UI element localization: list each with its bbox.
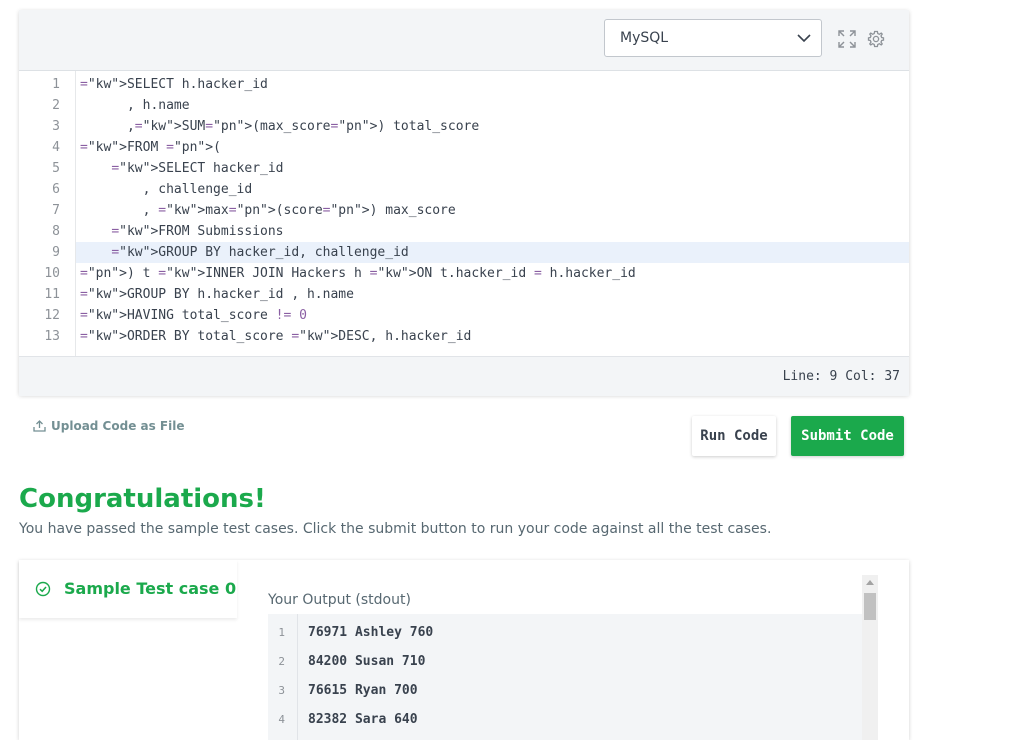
code-line: , challenge_id	[80, 182, 253, 197]
line-number: 9	[52, 245, 60, 260]
chevron-down-icon	[797, 34, 811, 43]
output-line-number: 1	[278, 626, 285, 639]
line-number: 5	[52, 161, 60, 176]
code-line: ="kw">FROM Submissions	[111, 224, 284, 239]
output-line: 76615 Ryan 700	[308, 683, 418, 698]
output-label: Your Output (stdout)	[268, 592, 411, 608]
code-line: ="kw">FROM ="pn">(	[80, 140, 221, 155]
output-line-number: 3	[278, 684, 285, 697]
result-message: You have passed the sample test cases. C…	[19, 521, 772, 537]
line-number: 11	[44, 287, 60, 302]
language-select[interactable]: MySQL	[604, 19, 822, 57]
upload-code-label: Upload Code as File	[51, 419, 185, 433]
code-editor: MySQL 1 2 3 4 5 6 7 8 9 10 11 12 13 ="kw…	[19, 10, 909, 396]
editor-status-bar: Line: 9 Col: 37	[19, 356, 909, 396]
code-line: , ="kw">max="pn">(score="pn">) max_score	[80, 203, 456, 218]
language-select-value: MySQL	[620, 30, 669, 46]
line-number: 7	[52, 203, 60, 218]
code-line: ="kw">SELECT hacker_id	[111, 161, 284, 176]
gear-icon[interactable]	[867, 30, 885, 48]
line-number: 2	[52, 98, 60, 113]
tab-sample-test-case-0[interactable]: Sample Test case 0	[19, 560, 237, 618]
line-number: 12	[44, 308, 60, 323]
upload-code-link[interactable]: Upload Code as File	[33, 419, 185, 433]
code-line: , h.name	[80, 98, 190, 113]
output-scrollbar[interactable]	[862, 575, 878, 740]
code-line: ="kw">HAVING total_score != 0	[80, 308, 307, 323]
code-area[interactable]: 1 2 3 4 5 6 7 8 9 10 11 12 13 ="kw">SELE…	[19, 71, 909, 356]
test-results-panel: Sample Test case 0 Your Output (stdout) …	[19, 560, 909, 740]
editor-toolbar: MySQL	[19, 10, 909, 71]
code-line: ="kw">ORDER BY total_score ="kw">DESC, h…	[80, 329, 472, 344]
line-number: 3	[52, 119, 60, 134]
fullscreen-icon[interactable]	[838, 30, 856, 48]
line-number: 8	[52, 224, 60, 239]
upload-icon	[33, 420, 46, 432]
cursor-position: Line: 9 Col: 37	[782, 369, 900, 384]
line-number: 6	[52, 182, 60, 197]
line-number: 4	[52, 140, 60, 155]
code-line: ="kw">SELECT h.hacker_id	[80, 77, 268, 92]
output-line: 84200 Susan 710	[308, 654, 426, 669]
output-line-number: 4	[278, 713, 285, 726]
code-line: ,="kw">SUM="pn">(max_score="pn">) total_…	[80, 119, 480, 134]
output-line: 76971 Ashley 760	[308, 625, 434, 640]
test-case-label: Sample Test case 0	[64, 579, 237, 598]
submit-code-button[interactable]: Submit Code	[791, 416, 904, 456]
output-line-number: 2	[278, 655, 285, 668]
code-line: ="kw">GROUP BY h.hacker_id , h.name	[80, 287, 354, 302]
output-box: 1 76971 Ashley 760 2 84200 Susan 710 3 7…	[268, 614, 862, 740]
run-code-button[interactable]: Run Code	[692, 416, 776, 456]
result-title: Congratulations!	[19, 484, 266, 514]
line-number: 1	[52, 77, 60, 92]
scrollbar-thumb[interactable]	[864, 593, 876, 620]
line-number: 13	[44, 329, 60, 344]
scroll-up-arrow-icon[interactable]	[866, 580, 874, 585]
code-line: ="kw">GROUP BY hacker_id, challenge_id	[111, 245, 409, 260]
output-line: 82382 Sara 640	[308, 712, 418, 727]
check-circle-icon	[35, 581, 51, 597]
line-number: 10	[44, 266, 60, 281]
code-line: ="pn">) t ="kw">INNER JOIN Hackers h ="k…	[80, 266, 636, 281]
